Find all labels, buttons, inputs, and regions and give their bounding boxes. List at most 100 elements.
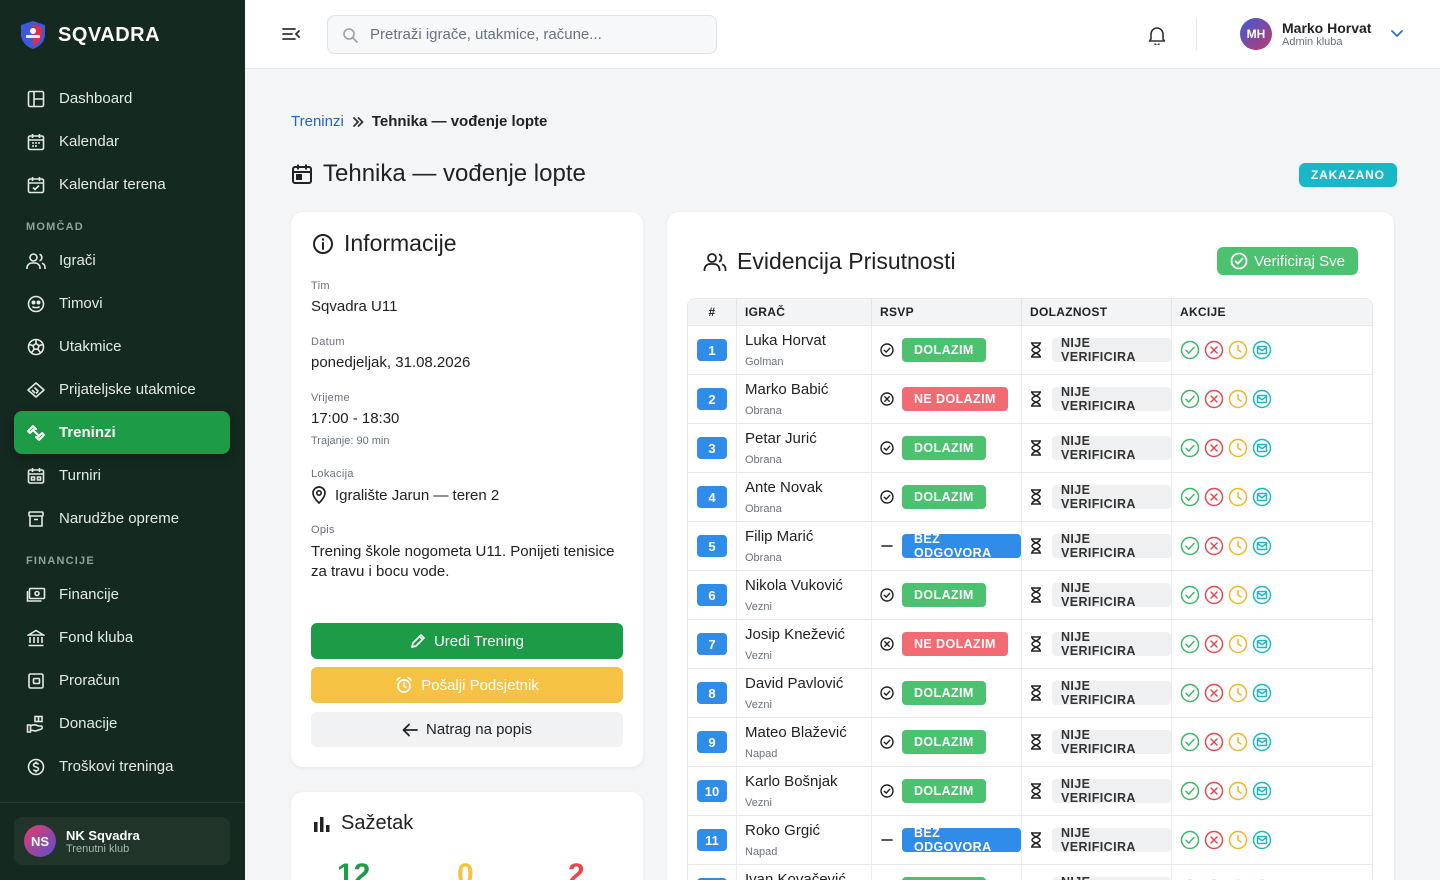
sidebar-item-narudzbe-opreme[interactable]: Narudžbe opreme <box>14 497 230 540</box>
sidebar-item-donacije[interactable]: Donacije <box>14 702 230 745</box>
mark-absent-icon[interactable] <box>1204 830 1224 850</box>
cell-player[interactable]: Ivan KovačevićNapad <box>737 865 872 880</box>
mark-late-icon[interactable] <box>1228 340 1248 360</box>
sidebar-item-troskovi-treninga[interactable]: Troškovi treninga <box>14 745 230 788</box>
player-position: Napad <box>745 748 778 760</box>
sidebar-item-financije[interactable]: Financije <box>14 573 230 616</box>
row-number-badge: 6 <box>697 584 727 606</box>
send-message-icon[interactable] <box>1252 487 1272 507</box>
cell-player[interactable]: Ante Novak Obrana <box>737 473 872 521</box>
page-title-text: Tehnika — vođenje lopte <box>323 160 586 187</box>
cell-player[interactable]: Mateo Blažević Napad <box>737 718 872 766</box>
cell-player[interactable]: Nikola Vuković Vezni <box>737 571 872 619</box>
cell-player[interactable]: Marko Babić Obrana <box>737 375 872 423</box>
cell-player[interactable]: Josip Knežević Vezni <box>737 620 872 668</box>
send-reminder-button[interactable]: Pošalji Podsjetnik <box>311 667 623 703</box>
sidebar-item-igraci[interactable]: Igrači <box>14 239 230 282</box>
mark-late-icon[interactable] <box>1228 438 1248 458</box>
confirm-present-icon[interactable] <box>1180 438 1200 458</box>
cell-player[interactable]: David Pavlović Vezni <box>737 669 872 717</box>
confirm-present-icon[interactable] <box>1180 389 1200 409</box>
mark-absent-icon[interactable] <box>1204 536 1224 556</box>
send-message-icon[interactable] <box>1252 585 1272 605</box>
sidebar-item-utakmice[interactable]: Utakmice <box>14 325 230 368</box>
sidebar-item-dashboard[interactable]: Dashboard <box>14 77 230 120</box>
confirm-present-icon[interactable] <box>1180 732 1200 752</box>
cell-player[interactable]: Roko Grgić Napad <box>737 816 872 864</box>
search-input[interactable] <box>370 26 700 43</box>
send-message-icon[interactable] <box>1252 830 1272 850</box>
send-message-icon[interactable] <box>1252 683 1272 703</box>
send-message-icon[interactable] <box>1252 634 1272 654</box>
sidebar-item-proracun[interactable]: Proračun <box>14 659 230 702</box>
cell-attendance: NIJE VERIFICIRA <box>1022 767 1172 815</box>
col-player[interactable]: IGRAČ <box>737 299 872 325</box>
cell-player[interactable]: Karlo Bošnjak Vezni <box>737 767 872 815</box>
col-number[interactable]: # <box>688 299 737 325</box>
mark-late-icon[interactable] <box>1228 830 1248 850</box>
mark-absent-icon[interactable] <box>1204 585 1224 605</box>
sidebar-item-turniri[interactable]: Turniri <box>14 454 230 497</box>
sidebar-section-financije: FINANCIJE <box>26 555 95 567</box>
cell-player[interactable]: Luka Horvat Golman <box>737 326 872 374</box>
confirm-present-icon[interactable] <box>1180 585 1200 605</box>
mark-late-icon[interactable] <box>1228 536 1248 556</box>
confirm-present-icon[interactable] <box>1180 830 1200 850</box>
sidebar-item-kalendar[interactable]: Kalendar <box>14 120 230 163</box>
mark-late-icon[interactable] <box>1228 732 1248 752</box>
send-message-icon[interactable] <box>1252 781 1272 801</box>
menu-collapse-icon[interactable] <box>281 24 301 44</box>
col-rsvp[interactable]: RSVP <box>872 299 1022 325</box>
mark-late-icon[interactable] <box>1228 683 1248 703</box>
mark-absent-icon[interactable] <box>1204 389 1224 409</box>
send-message-icon[interactable] <box>1252 340 1272 360</box>
tournament-icon <box>26 466 46 486</box>
sidebar-item-prijateljske-utakmice[interactable]: Prijateljske utakmice <box>14 368 230 411</box>
breadcrumb-link-treninzi[interactable]: Treninzi <box>291 113 344 130</box>
mark-late-icon[interactable] <box>1228 585 1248 605</box>
sidebar-item-kalendar-terena[interactable]: Kalendar terena <box>14 163 230 206</box>
confirm-present-icon[interactable] <box>1180 340 1200 360</box>
sidebar-item-timovi[interactable]: Timovi <box>14 282 230 325</box>
sidebar-item-treninzi[interactable]: Treninzi <box>14 411 230 454</box>
user-menu[interactable]: MH Marko Horvat Admin kluba <box>1240 18 1404 50</box>
player-name: Luka Horvat <box>745 332 826 349</box>
confirm-present-icon[interactable] <box>1180 781 1200 801</box>
edit-training-button[interactable]: Uredi Trening <box>311 623 623 659</box>
cell-attendance: NIJE VERIFICIRA <box>1022 571 1172 619</box>
send-message-icon[interactable] <box>1252 536 1272 556</box>
mark-late-icon[interactable] <box>1228 389 1248 409</box>
cell-actions <box>1172 620 1372 668</box>
sidebar-item-fond-kluba[interactable]: Fond kluba <box>14 616 230 659</box>
cell-player[interactable]: Filip Marić Obrana <box>737 522 872 570</box>
cell-player[interactable]: Petar Jurić Obrana <box>737 424 872 472</box>
mark-absent-icon[interactable] <box>1204 634 1224 654</box>
field-location-row: Igralište Jarun — teren 2 <box>311 486 499 504</box>
send-message-icon[interactable] <box>1252 389 1272 409</box>
send-message-icon[interactable] <box>1252 438 1272 458</box>
mark-late-icon[interactable] <box>1228 781 1248 801</box>
verify-all-button[interactable]: Verificiraj Sve <box>1217 247 1358 275</box>
mark-absent-icon[interactable] <box>1204 683 1224 703</box>
mark-late-icon[interactable] <box>1228 634 1248 654</box>
mark-absent-icon[interactable] <box>1204 340 1224 360</box>
notification-bell-icon[interactable] <box>1148 25 1166 45</box>
confirm-present-icon[interactable] <box>1180 683 1200 703</box>
mark-absent-icon[interactable] <box>1204 438 1224 458</box>
mark-absent-icon[interactable] <box>1204 487 1224 507</box>
coin-icon <box>26 757 46 777</box>
confirm-present-icon[interactable] <box>1180 536 1200 556</box>
col-attendance[interactable]: DOLAZNOST <box>1022 299 1172 325</box>
row-number-badge: 4 <box>697 486 727 508</box>
confirm-present-icon[interactable] <box>1180 634 1200 654</box>
send-message-icon[interactable] <box>1252 732 1272 752</box>
club-switcher[interactable]: NS NK Sqvadra Trenutni klub <box>14 817 230 865</box>
mark-absent-icon[interactable] <box>1204 781 1224 801</box>
back-to-list-button[interactable]: Natrag na popis <box>311 712 623 747</box>
mark-absent-icon[interactable] <box>1204 732 1224 752</box>
search-box[interactable] <box>327 15 717 54</box>
pencil-icon <box>410 633 426 649</box>
confirm-present-icon[interactable] <box>1180 487 1200 507</box>
mark-late-icon[interactable] <box>1228 487 1248 507</box>
brand[interactable]: SQVADRA <box>20 20 160 50</box>
